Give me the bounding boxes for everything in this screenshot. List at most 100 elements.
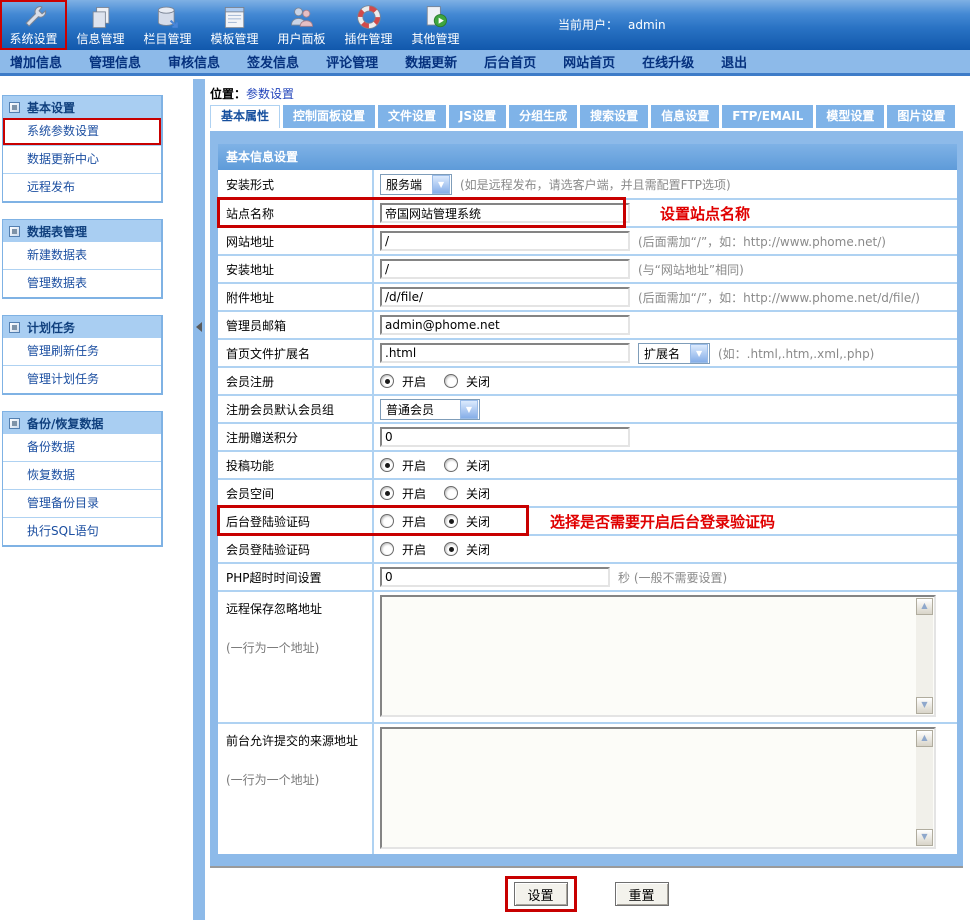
menu-item-online-upgrade[interactable]: 在线升级 [642,52,694,71]
menu-item-data-update[interactable]: 数据更新 [405,52,457,71]
tab-image-settings[interactable]: 图片设置 [887,105,955,128]
toolbar-item-label: 插件管理 [344,32,392,47]
install-type-select[interactable]: 服务端 ▼ [380,174,452,195]
menu-item-comment-manage[interactable]: 评论管理 [326,52,378,71]
toolbar-item-other-manage[interactable]: 其他管理 [402,0,469,50]
admin-email-input[interactable] [380,315,630,335]
breadcrumb-link-params[interactable]: 参数设置 [246,87,294,101]
scroll-up-icon[interactable]: ▲ [916,598,933,615]
member-space-on-radio[interactable] [380,486,394,500]
sidebar-panel-title: 基本设置 [27,99,75,116]
scroll-up-icon[interactable]: ▲ [916,730,933,747]
sidebar-item-data-update-center[interactable]: 数据更新中心 [3,145,161,173]
member-reg-on-radio[interactable] [380,374,394,388]
member-reg-off-radio[interactable] [444,374,458,388]
toolbar-item-user-panel[interactable]: 用户面板 [268,0,335,50]
field-sublabel: (一行为一个地址) [226,639,319,656]
sidebar-item-new-table[interactable]: 新建数据表 [3,242,161,269]
toolbar-item-label: 栏目管理 [143,32,191,47]
menu-item-manage-info[interactable]: 管理信息 [89,52,141,71]
form-row-php-timeout: PHP超时时间设置 秒 (一般不需要设置) [218,562,957,590]
member-space-off-radio[interactable] [444,486,458,500]
default-group-select[interactable]: 普通会员 ▼ [380,399,480,420]
attach-url-input[interactable] [380,287,630,307]
field-hint: (后面需加“/”，如：http://www.phome.net/d/file/) [638,289,920,306]
site-name-input[interactable] [380,203,630,223]
field-label: PHP超时时间设置 [218,564,374,590]
sidebar-item-manage-backup-dir[interactable]: 管理备份目录 [3,489,161,517]
field-label: 注册会员默认会员组 [218,396,374,422]
form-row-member-captcha: 会员登陆验证码 开启 关闭 [218,534,957,562]
install-url-input[interactable] [380,259,630,279]
tab-control-panel[interactable]: 控制面板设置 [283,105,375,128]
scroll-down-icon[interactable]: ▼ [916,829,933,846]
sidebar-item-manage-table[interactable]: 管理数据表 [3,269,161,297]
tab-basic-attrs[interactable]: 基本属性 [210,105,280,128]
field-label: 安装地址 [218,256,374,282]
tab-search-settings[interactable]: 搜索设置 [580,105,648,128]
toolbar-item-info-manage[interactable]: 信息管理 [67,0,134,50]
toolbar-item-label: 用户面板 [277,32,325,47]
sidebar-item-system-params[interactable]: 系统参数设置 [3,118,161,145]
index-ext-input[interactable] [380,343,630,363]
collapse-box-icon [9,226,20,237]
form-row-index-ext: 首页文件扩展名 扩展名 ▼ (如：.html,.htm,.xml,.php) [218,338,957,366]
toolbar-item-plugin-manage[interactable]: 插件管理 [335,0,402,50]
contribute-off-radio[interactable] [444,458,458,472]
pages-icon [86,3,116,32]
submit-button[interactable]: 设置 [514,882,568,906]
wrench-icon [19,3,49,32]
tab-group-generate[interactable]: 分组生成 [509,105,577,128]
collapse-arrow-icon[interactable] [196,322,202,332]
scrollbar[interactable]: ▲ ▼ [916,598,933,714]
remote-ignore-textarea[interactable]: ▲ ▼ [380,595,936,717]
form-row-install-url: 安装地址 (与“网站地址”相同) [218,254,957,282]
scroll-down-icon[interactable]: ▼ [916,697,933,714]
php-timeout-input[interactable] [380,567,610,587]
admin-captcha-on-radio[interactable] [380,514,394,528]
contribute-on-radio[interactable] [380,458,394,472]
sidebar-splitter[interactable] [193,79,205,920]
admin-captcha-off-radio[interactable] [444,514,458,528]
tab-js-settings[interactable]: JS设置 [449,105,506,128]
tab-info-settings[interactable]: 信息设置 [651,105,719,128]
tab-ftp-email[interactable]: FTP/EMAIL [722,105,813,128]
member-captcha-on-radio[interactable] [380,542,394,556]
sidebar-item-refresh-tasks[interactable]: 管理刷新任务 [3,338,161,365]
front-submit-textarea[interactable]: ▲ ▼ [380,727,936,849]
sidebar-item-execute-sql[interactable]: 执行SQL语句 [3,517,161,545]
field-hint: 秒 (一般不需要设置) [618,569,727,586]
member-captcha-off-radio[interactable] [444,542,458,556]
tab-model-settings[interactable]: 模型设置 [816,105,884,128]
reset-button[interactable]: 重置 [615,882,669,906]
sidebar-item-remote-publish[interactable]: 远程发布 [3,173,161,201]
toolbar-item-system-settings[interactable]: 系统设置 [0,0,67,50]
menu-item-logout[interactable]: 退出 [721,52,747,71]
form-row-attach-url: 附件地址 (后面需加“/”，如：http://www.phome.net/d/f… [218,282,957,310]
menu-item-add-info[interactable]: 增加信息 [10,52,62,71]
menu-item-sign-info[interactable]: 签发信息 [247,52,299,71]
form-actions: 设置 重置 [210,876,963,912]
menu-item-review-info[interactable]: 审核信息 [168,52,220,71]
sidebar-panel-header[interactable]: 基本设置 [3,96,161,118]
main-content: 位置：参数设置 基本属性 控制面板设置 文件设置 JS设置 分组生成 搜索设置 … [210,86,963,912]
sidebar-item-plan-tasks[interactable]: 管理计划任务 [3,365,161,393]
reg-points-input[interactable] [380,427,630,447]
scrollbar[interactable]: ▲ ▼ [916,730,933,846]
sidebar-item-restore-data[interactable]: 恢复数据 [3,461,161,489]
site-url-input[interactable] [380,231,630,251]
menu-item-site-home[interactable]: 网站首页 [563,52,615,71]
ext-name-select[interactable]: 扩展名 ▼ [638,343,710,364]
sidebar-item-backup-data[interactable]: 备份数据 [3,434,161,461]
toolbar-item-template-manage[interactable]: 模板管理 [201,0,268,50]
sidebar-panel-basic-settings: 基本设置 系统参数设置 数据更新中心 远程发布 [2,95,163,203]
field-label: 前台允许提交的来源地址 [226,732,358,749]
collapse-box-icon [9,322,20,333]
sidebar-panel-header[interactable]: 备份/恢复数据 [3,412,161,434]
form-row-member-space: 会员空间 开启 关闭 [218,478,957,506]
tab-file-settings[interactable]: 文件设置 [378,105,446,128]
sidebar-panel-header[interactable]: 计划任务 [3,316,161,338]
sidebar-panel-header[interactable]: 数据表管理 [3,220,161,242]
toolbar-item-column-manage[interactable]: 栏目管理 [134,0,201,50]
menu-item-admin-home[interactable]: 后台首页 [484,52,536,71]
